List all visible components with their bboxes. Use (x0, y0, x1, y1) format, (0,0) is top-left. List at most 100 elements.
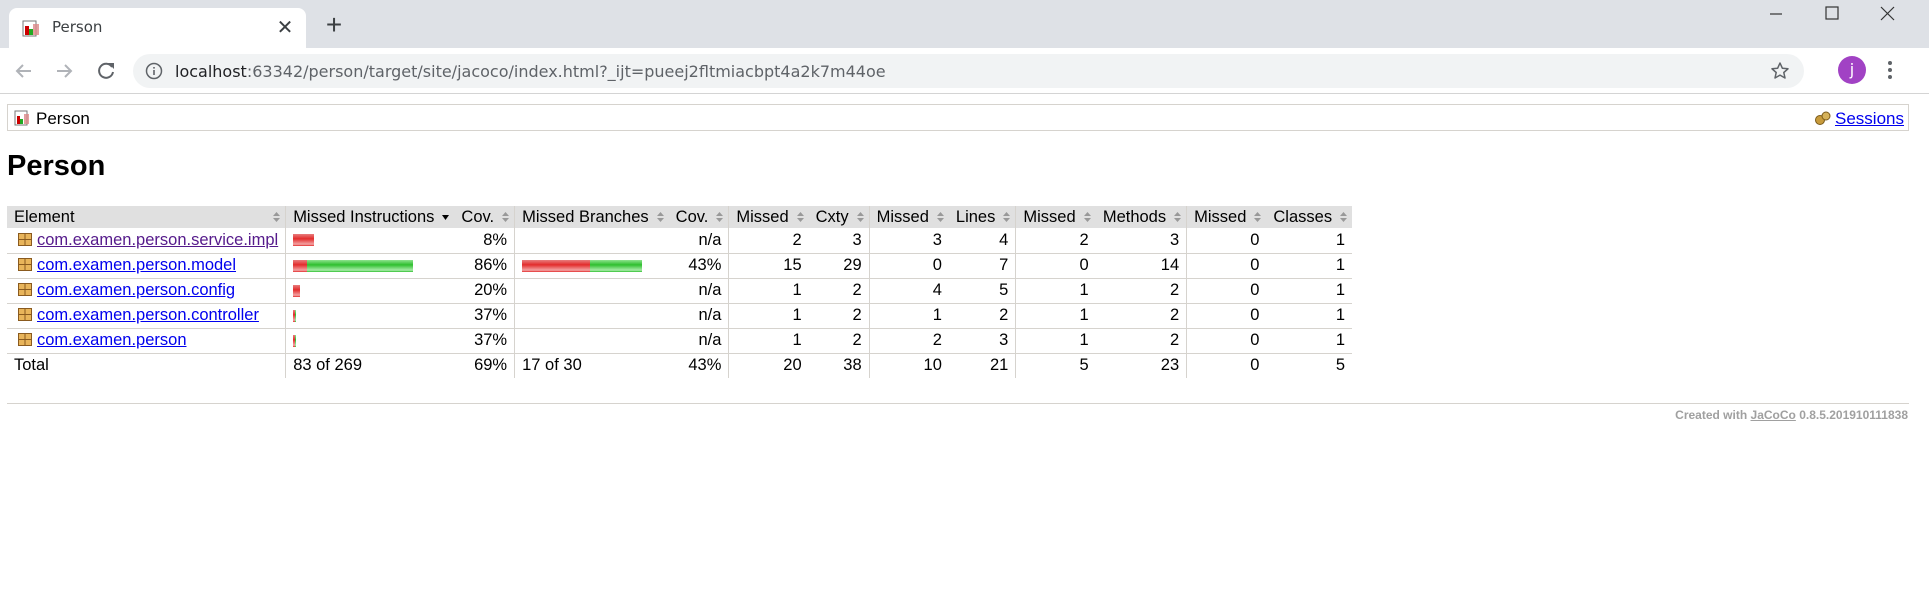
package-icon (18, 308, 32, 321)
instr-cov: 86% (454, 253, 515, 279)
instr-covered-bar (295, 334, 297, 347)
col-missed-cxty-label: Missed (736, 207, 789, 226)
missed-cxty: 1 (728, 278, 809, 304)
col-instr-cov[interactable]: Cov. (454, 206, 515, 228)
footer-prefix: Created with (1675, 408, 1748, 422)
col-lines-label: Lines (955, 207, 996, 226)
classes: 1 (1266, 253, 1353, 279)
col-lines[interactable]: Lines (948, 206, 1016, 228)
sort-icon (716, 212, 724, 222)
missed-methods: 2 (1015, 228, 1096, 254)
branch-cov: n/a (668, 303, 729, 329)
reload-icon[interactable] (92, 57, 120, 85)
new-tab-button[interactable]: + (320, 11, 348, 40)
instr-cell (285, 278, 455, 304)
minimize-icon[interactable] (1748, 0, 1804, 28)
address-bar[interactable]: localhost:63342/person/target/site/jacoc… (133, 54, 1804, 88)
total-branch-cov: 43% (688, 356, 722, 375)
col-missed-branches[interactable]: Missed Branches (514, 206, 669, 228)
package-icon (18, 333, 32, 346)
col-classes[interactable]: Classes (1266, 206, 1353, 228)
missed-cxty: 15 (728, 253, 809, 279)
profile-avatar[interactable]: j (1838, 56, 1866, 84)
package-link[interactable]: com.examen.person.controller (37, 306, 259, 324)
sort-icon (273, 212, 281, 222)
instr-missed-bar (293, 234, 315, 247)
table-row: com.examen.person.service.impl 8% n/a 2 3 3 4 2… (7, 228, 1353, 254)
forward-arrow-icon[interactable] (50, 57, 78, 85)
footer: Created with JaCoCo 0.8.5.201910111838 (1675, 408, 1908, 422)
missed-cxty: 2 (728, 228, 809, 254)
window-close-icon[interactable] (1860, 0, 1916, 28)
missed-methods: 1 (1015, 328, 1096, 354)
kebab-menu-icon[interactable] (1880, 58, 1900, 82)
classes: 1 (1266, 228, 1353, 254)
col-cxty[interactable]: Cxty (808, 206, 870, 228)
classes: 1 (1266, 278, 1353, 304)
branch-cov: n/a (668, 228, 729, 254)
col-element[interactable]: Element (7, 206, 286, 228)
info-icon[interactable] (145, 62, 163, 80)
col-missed-methods[interactable]: Missed (1015, 206, 1096, 228)
instr-cell (285, 253, 455, 279)
sort-icon (1340, 212, 1348, 222)
back-arrow-icon[interactable] (10, 57, 38, 85)
bookmark-star-icon[interactable] (1770, 61, 1790, 81)
instr-missed-bar (293, 259, 308, 272)
package-link[interactable]: com.examen.person (37, 331, 187, 349)
col-missed-cxty[interactable]: Missed (728, 206, 809, 228)
missed-lines: 3 (868, 228, 949, 254)
url-text: localhost:63342/person/target/site/jacoc… (175, 62, 886, 81)
col-classes-label: Classes (1273, 207, 1333, 226)
tab-title: Person (52, 18, 103, 36)
browser-tab[interactable]: Person ✕ (9, 8, 306, 48)
footer-divider (7, 403, 1909, 404)
package-icon (18, 232, 32, 246)
sort-icon (502, 212, 510, 222)
col-instr-cov-label: Cov. (461, 207, 495, 226)
total-branch: 17 of 30 (514, 353, 669, 378)
browser-tabstrip: Person ✕ + (0, 0, 1929, 48)
missed-classes: 0 (1186, 253, 1267, 279)
lines: 7 (948, 253, 1016, 279)
col-missed-lines[interactable]: Missed (868, 206, 949, 228)
col-methods-label: Methods (1102, 207, 1167, 226)
instr-cov: 20% (454, 278, 515, 304)
cxty: 2 (808, 278, 870, 304)
sort-icon (936, 212, 944, 222)
element-cell: com.examen.person.config (7, 278, 286, 304)
package-link[interactable]: com.examen.person.service.impl (37, 231, 278, 249)
missed-classes: 0 (1186, 303, 1267, 329)
sessions-link[interactable]: Sessions (1835, 109, 1904, 128)
branch-missed-bar (522, 259, 591, 272)
col-missed-classes-label: Missed (1194, 207, 1247, 226)
missed-classes: 0 (1186, 328, 1267, 354)
col-missed-instructions[interactable]: Missed Instructions (285, 206, 455, 228)
branch-cell (514, 328, 669, 354)
branch-cell (514, 228, 669, 254)
package-link[interactable]: com.examen.person.config (37, 281, 235, 299)
maximize-icon[interactable] (1804, 0, 1860, 28)
package-link[interactable]: com.examen.person.model (37, 256, 236, 274)
col-branch-cov[interactable]: Cov. (668, 206, 729, 228)
total-missed-classes: 0 (1186, 353, 1267, 378)
total-lines: 21 (990, 356, 1009, 375)
cxty: 3 (808, 228, 870, 254)
instr-cov: 8% (454, 228, 515, 254)
instr-cov: 37% (454, 303, 515, 329)
table-row: com.examen.person 37% n/a 1 2 2 3 1 2 0 1 (7, 328, 1353, 354)
tab-close-icon[interactable]: ✕ (274, 17, 296, 39)
col-methods[interactable]: Methods (1095, 206, 1187, 228)
table-header-row: Element Missed Instructions Cov. Missed … (7, 206, 1353, 228)
sort-icon (656, 212, 664, 222)
col-missed-classes[interactable]: Missed (1186, 206, 1267, 228)
missed-classes: 0 (1186, 228, 1267, 254)
total-missed-cxty: 20 (728, 353, 809, 378)
jacoco-link[interactable]: JaCoCo (1751, 408, 1796, 422)
element-cell: com.examen.person.controller (7, 303, 286, 329)
missed-lines: 4 (868, 278, 949, 304)
coverage-table: Element Missed Instructions Cov. Missed … (7, 206, 1353, 378)
col-missed-methods-label: Missed (1023, 207, 1076, 226)
table-row: com.examen.person.config 20% n/a 1 2 4 5 1 2 0 1 (7, 278, 1353, 304)
url-path: :63342/person/target/site/jacoco/index.h… (246, 62, 886, 81)
